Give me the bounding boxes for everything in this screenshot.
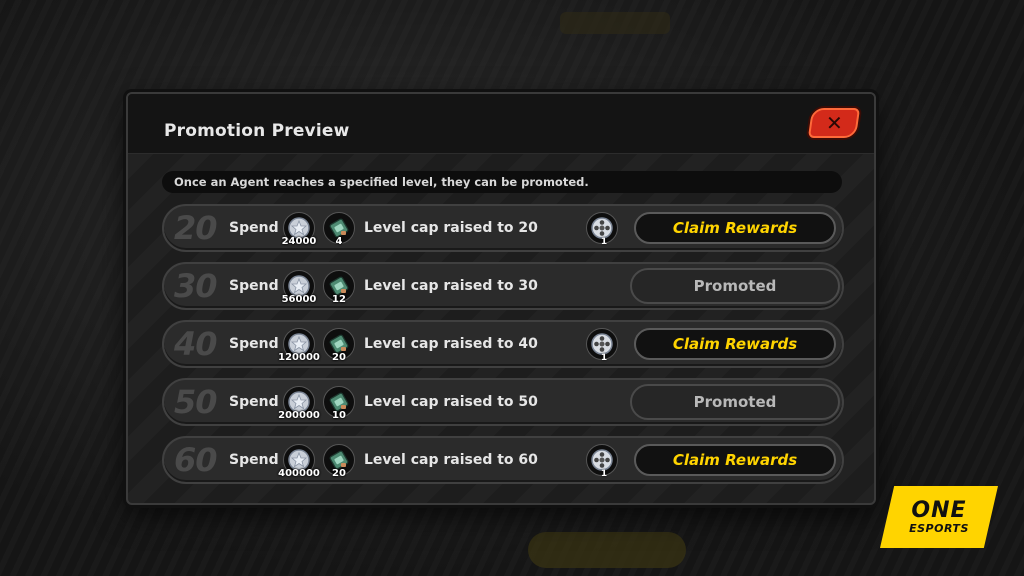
one-esports-logo: ONE ESPORTS — [880, 486, 998, 548]
claim-rewards-button[interactable]: Claim Rewards — [634, 212, 836, 244]
level-cap-text: Level cap raised to 40 — [364, 336, 538, 352]
level-cap-text: Level cap raised to 30 — [364, 278, 538, 294]
coin-quantity: 120000 — [278, 352, 320, 363]
promoted-status-button: Promoted — [630, 384, 840, 420]
close-icon: ✕ — [825, 111, 843, 135]
promoted-status-button: Promoted — [630, 268, 840, 304]
material-quantity: 20 — [332, 468, 346, 479]
level-number: 30 — [174, 267, 218, 305]
spend-label: Spend — [229, 278, 279, 294]
claim-rewards-button[interactable]: Claim Rewards — [634, 444, 836, 476]
level-cap-text: Level cap raised to 20 — [364, 220, 538, 236]
spend-label: Spend — [229, 336, 279, 352]
coin-quantity: 24000 — [281, 236, 317, 247]
level-number: 20 — [174, 209, 218, 247]
logo-one-text: ONE — [911, 497, 967, 523]
level-cap-text: Level cap raised to 60 — [364, 452, 538, 468]
promotion-row-level-50: 50 Spend 200000 10 Level cap raised to 50 Pro… — [162, 378, 844, 426]
reward-quantity: 1 — [600, 469, 608, 479]
coin-quantity: 200000 — [278, 410, 320, 421]
spend-label: Spend — [229, 220, 279, 236]
reward-quantity: 1 — [600, 237, 608, 247]
promotion-row-level-60: 60 Spend 400000 20 Level cap raised to 60 1 Cl… — [162, 436, 844, 484]
spend-label: Spend — [229, 452, 279, 468]
promotion-row-level-20: 20 Spend 24000 4 Level cap raised to 20 1 Clai… — [162, 204, 844, 252]
claim-rewards-button[interactable]: Claim Rewards — [634, 328, 836, 360]
spend-label: Spend — [229, 394, 279, 410]
coin-quantity: 56000 — [281, 294, 317, 305]
background-button-glow — [528, 532, 686, 568]
level-number: 40 — [174, 325, 218, 363]
close-button[interactable]: ✕ — [807, 108, 861, 138]
promotion-preview-dialog: Promotion Preview ✕ Once an Agent reache… — [126, 92, 876, 505]
material-quantity: 12 — [332, 294, 346, 305]
coin-quantity: 400000 — [278, 468, 320, 479]
promotion-row-level-30: 30 Spend 56000 12 Level cap raised to 30 Prom… — [162, 262, 844, 310]
material-quantity: 10 — [332, 410, 346, 421]
promotion-row-level-40: 40 Spend 120000 20 Level cap raised to 40 1 Cl… — [162, 320, 844, 368]
level-number: 60 — [174, 441, 218, 479]
material-quantity: 20 — [332, 352, 346, 363]
logo-esports-text: ESPORTS — [909, 521, 969, 535]
dialog-title: Promotion Preview — [164, 121, 350, 141]
promotion-notice: Once an Agent reaches a specified level,… — [162, 171, 842, 193]
level-number: 50 — [174, 383, 218, 421]
background-top-glow — [560, 12, 670, 34]
material-quantity: 4 — [335, 236, 343, 247]
reward-quantity: 1 — [600, 353, 608, 363]
level-cap-text: Level cap raised to 50 — [364, 394, 538, 410]
dialog-header: Promotion Preview ✕ — [128, 94, 874, 154]
